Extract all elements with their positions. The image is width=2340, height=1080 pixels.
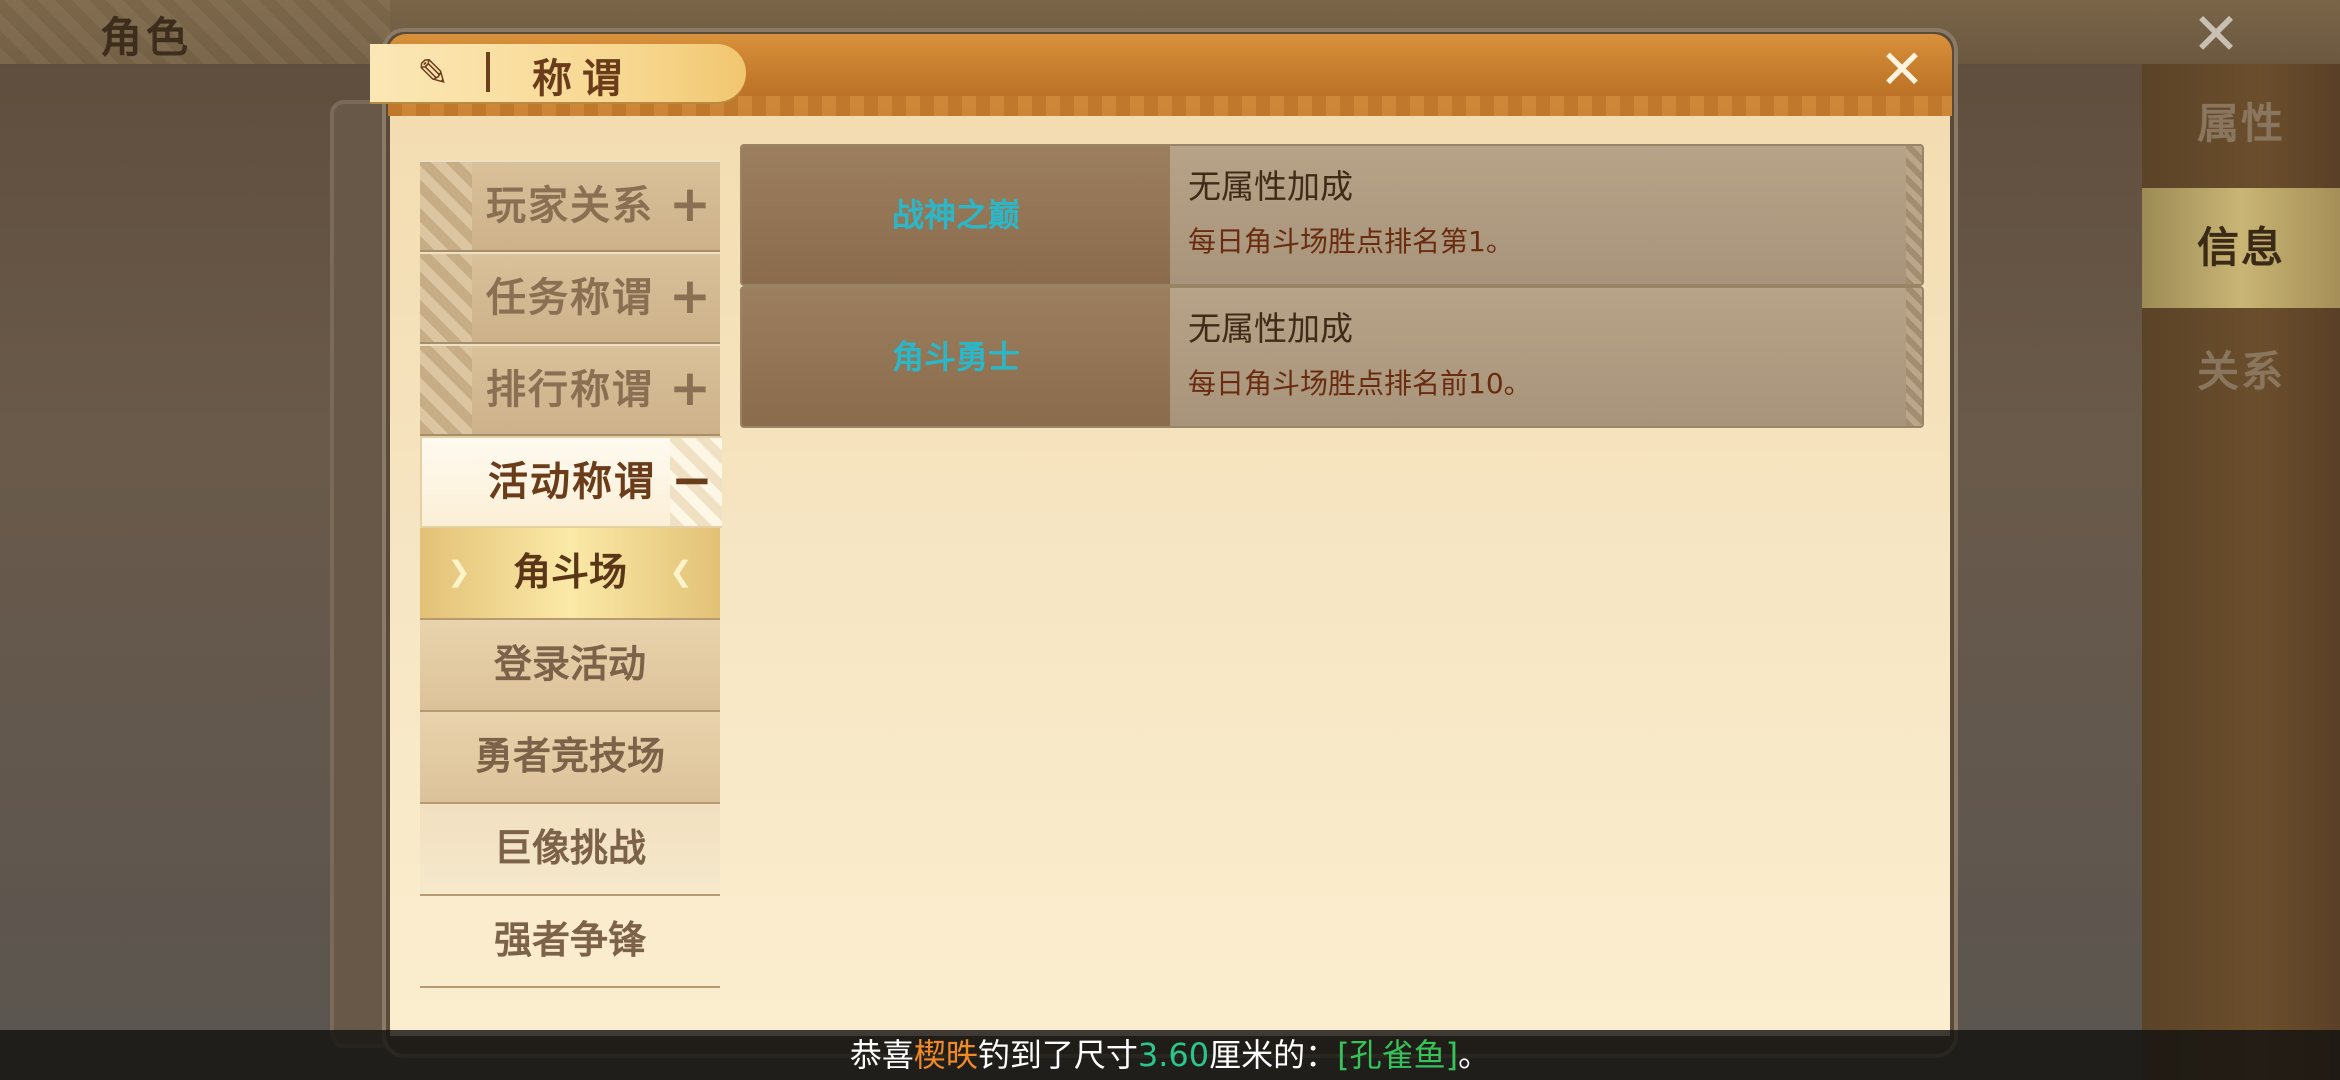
subcategory-colossus-challenge[interactable]: 巨像挑战 bbox=[420, 804, 720, 896]
title-row[interactable]: 角斗勇士 无属性加成 每日角斗场胜点排名前10。 bbox=[740, 286, 1924, 428]
background-pattern bbox=[0, 0, 390, 64]
subcategory-label: 角斗场 bbox=[512, 550, 627, 594]
subcategory-login-event[interactable]: 登录活动 bbox=[420, 620, 720, 712]
category-pattern bbox=[420, 254, 472, 342]
category-label: 任务称谓 bbox=[486, 275, 654, 321]
right-tab-bar: 属性 信息 关系 bbox=[2142, 64, 2340, 1080]
category-label: 活动称谓 bbox=[488, 459, 656, 505]
plus-icon: + bbox=[669, 359, 711, 417]
close-icon[interactable]: ✕ bbox=[1872, 40, 1932, 100]
title-row[interactable]: 战神之巅 无属性加成 每日角斗场胜点排名第1。 bbox=[740, 144, 1924, 286]
row-edge-decoration bbox=[1906, 288, 1922, 426]
broadcast-suffix: 。 bbox=[1458, 1036, 1491, 1074]
title-attribute: 无属性加成 bbox=[1188, 309, 1353, 348]
row-edge-decoration bbox=[1906, 146, 1922, 284]
right-ornament-icon: ❮ bbox=[669, 555, 693, 588]
category-pattern bbox=[420, 346, 472, 434]
category-quest-titles[interactable]: 任务称谓 + bbox=[420, 252, 720, 344]
broadcast-item: [孔雀鱼] bbox=[1337, 1036, 1459, 1074]
plus-icon: + bbox=[669, 267, 711, 325]
character-close-icon[interactable]: ✕ bbox=[2188, 5, 2244, 63]
character-panel-title: 角色 bbox=[100, 13, 193, 62]
category-label: 玩家关系 bbox=[486, 183, 654, 229]
title-name: 战神之巅 bbox=[891, 196, 1020, 234]
subcategory-arena[interactable]: ❯ 角斗场 ❮ bbox=[420, 528, 720, 620]
category-pattern bbox=[420, 162, 472, 250]
broadcast-middle: 钓到了尺寸 bbox=[977, 1036, 1138, 1074]
dialog-title: 称谓 bbox=[532, 56, 632, 102]
plus-icon: + bbox=[669, 175, 711, 233]
subcategory-strongest-contest[interactable]: 强者争锋 bbox=[420, 896, 720, 988]
tab-info[interactable]: 信息 bbox=[2142, 188, 2340, 308]
title-separator bbox=[486, 52, 490, 92]
category-label: 排行称谓 bbox=[486, 367, 654, 413]
broadcast-message: 恭喜楔昳钓到了尺寸3.60厘米的：[孔雀鱼]。 bbox=[0, 1030, 2340, 1080]
tab-relations[interactable]: 关系 bbox=[2142, 312, 2340, 432]
title-badge-icon: ✎ bbox=[417, 51, 449, 95]
subcategory-label: 强者争锋 bbox=[493, 918, 646, 962]
subcategory-label: 勇者竞技场 bbox=[474, 734, 665, 778]
category-ranking-titles[interactable]: 排行称谓 + bbox=[420, 344, 720, 436]
subcategory-label: 登录活动 bbox=[493, 642, 646, 686]
title-description: 每日角斗场胜点排名前10。 bbox=[1188, 367, 1532, 400]
tab-attributes[interactable]: 属性 bbox=[2142, 64, 2340, 184]
broadcast-player: 楔昳 bbox=[913, 1036, 978, 1074]
category-player-relations[interactable]: 玩家关系 + bbox=[420, 160, 720, 252]
title-attribute: 无属性加成 bbox=[1188, 167, 1353, 206]
subcategory-hero-arena[interactable]: 勇者竞技场 bbox=[420, 712, 720, 804]
broadcast-size: 3.60 bbox=[1137, 1036, 1210, 1074]
left-ornament-icon: ❯ bbox=[447, 555, 471, 588]
broadcast-prefix: 恭喜 bbox=[849, 1036, 914, 1074]
subcategory-label: 巨像挑战 bbox=[493, 826, 646, 870]
category-event-titles[interactable]: 活动称谓 − bbox=[420, 436, 722, 528]
minus-icon: − bbox=[671, 451, 713, 509]
category-list: 玩家关系 + 任务称谓 + 排行称谓 + 活动称谓 − ❯ 角斗场 ❮ 登录活动… bbox=[420, 148, 722, 1020]
title-name: 角斗勇士 bbox=[891, 338, 1020, 376]
broadcast-unit: 厘米的： bbox=[1209, 1036, 1338, 1074]
title-description: 每日角斗场胜点排名第1。 bbox=[1188, 225, 1514, 258]
